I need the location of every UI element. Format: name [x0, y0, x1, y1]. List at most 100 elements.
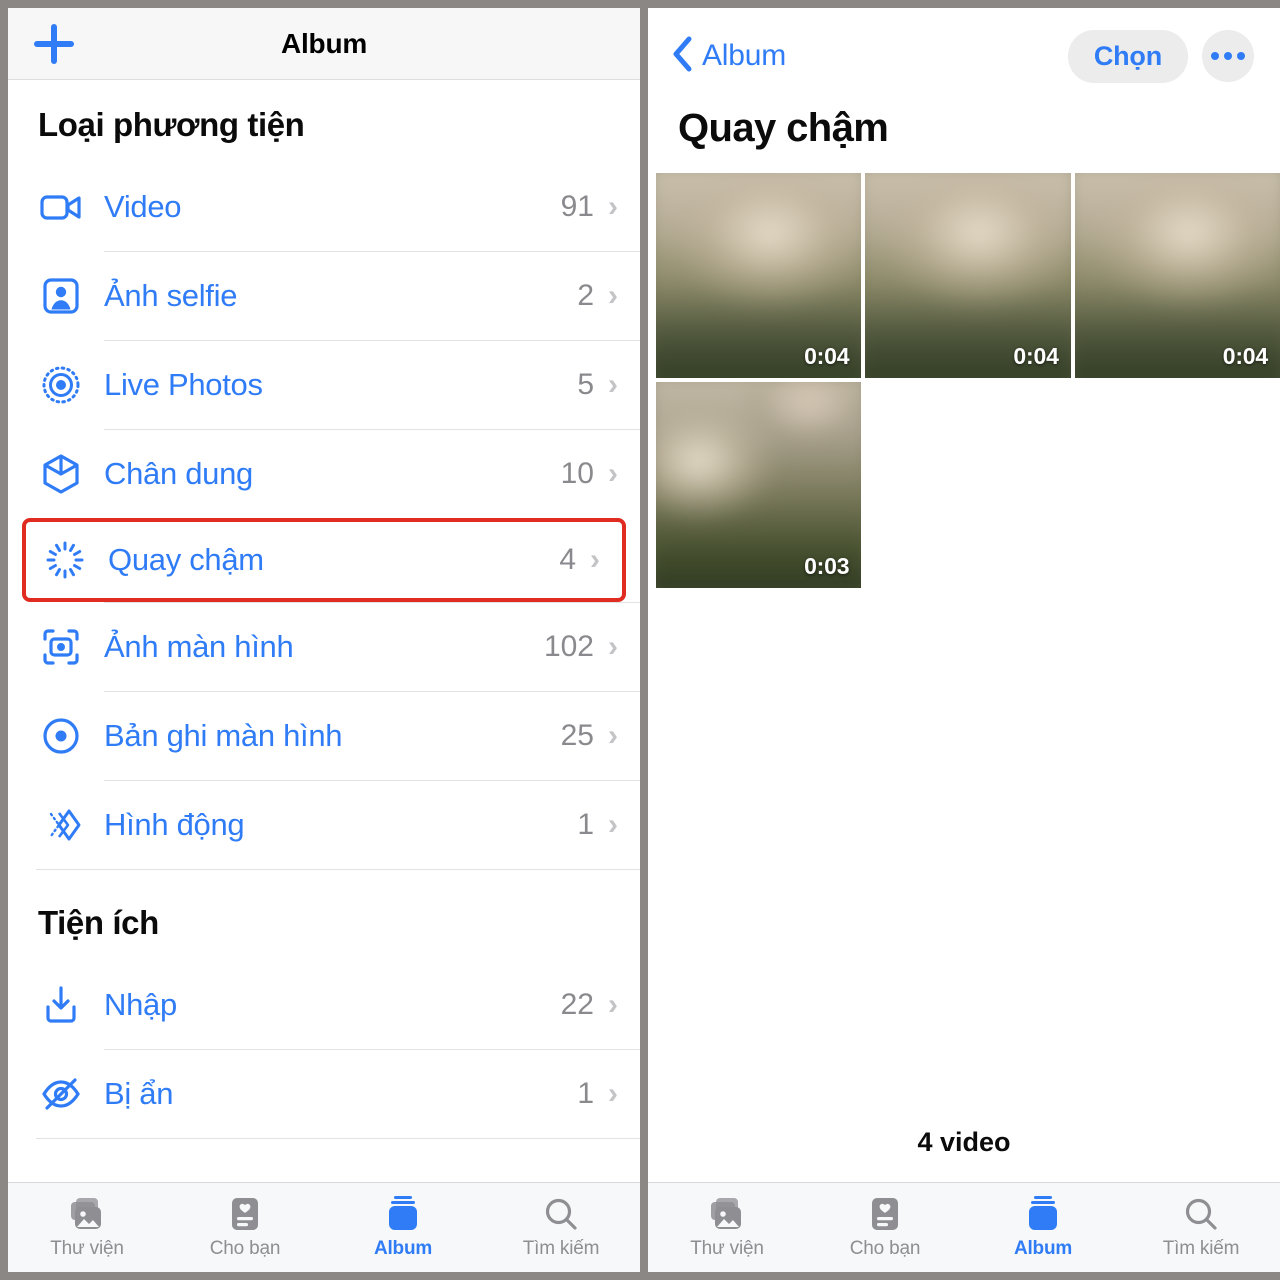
video-duration: 0:04	[1222, 343, 1268, 370]
tab-label: Thư viện	[50, 1238, 124, 1259]
album-title: Quay chậm	[678, 106, 889, 150]
list-item-label: Chân dung	[104, 455, 253, 491]
person-portrait-icon	[36, 271, 86, 321]
list-item-count: 5	[577, 367, 594, 401]
right-navigation-bar: Album Chọn	[648, 8, 1280, 104]
eye-slash-icon	[36, 1069, 86, 1119]
import-icon	[36, 980, 86, 1030]
list-item-screenshots[interactable]: Ảnh màn hình 102 ›	[8, 602, 640, 691]
section-header-media-types: Loại phương tiện	[38, 106, 305, 143]
list-item-imports[interactable]: Nhập 22 ›	[8, 960, 640, 1049]
animated-icon	[36, 800, 86, 850]
list-item-selfies[interactable]: Ảnh selfie 2 ›	[8, 251, 640, 340]
video-duration: 0:03	[804, 552, 850, 579]
list-item-label: Video	[104, 188, 182, 224]
video-thumbnail[interactable]: 0:03	[656, 382, 862, 588]
page-title: Album	[280, 27, 368, 59]
chevron-right-icon: ›	[608, 987, 618, 1021]
left-phone-screen: Album Loại phương tiện Video 91 › Ảnh se…	[8, 8, 640, 1272]
list-bottom-divider	[36, 1138, 640, 1139]
tab-for-you[interactable]: Cho bạn	[166, 1195, 324, 1260]
search-icon	[544, 1195, 578, 1233]
album-content: 0:04 0:04 0:04 0:03 4 video	[648, 173, 1280, 1182]
video-thumbnail[interactable]: 0:04	[656, 173, 862, 379]
list-item-count: 102	[543, 629, 594, 663]
photos-library-icon	[708, 1195, 746, 1233]
tab-label: Tìm kiếm	[1162, 1238, 1240, 1259]
list-item-count: 4	[559, 543, 576, 576]
search-icon	[1184, 1195, 1218, 1233]
list-item-count: 22	[560, 987, 594, 1021]
slow-motion-icon	[40, 535, 90, 585]
dot	[1211, 52, 1219, 60]
list-item-label: Quay chậm	[108, 542, 264, 577]
screen-record-icon	[36, 711, 86, 761]
list-item-count: 1	[577, 807, 594, 841]
album-list[interactable]: Loại phương tiện Video 91 › Ảnh selfie 2…	[8, 80, 640, 1182]
photos-library-icon	[68, 1195, 106, 1233]
chevron-right-icon: ›	[608, 807, 618, 841]
tab-library[interactable]: Thư viện	[648, 1195, 806, 1260]
chevron-right-icon: ›	[608, 1076, 618, 1110]
list-item-label: Bản ghi màn hình	[104, 717, 343, 753]
tab-albums[interactable]: Album	[964, 1195, 1122, 1260]
chevron-right-icon: ›	[608, 189, 618, 223]
tab-search[interactable]: Tìm kiếm	[482, 1195, 640, 1260]
item-count-caption: 4 video	[917, 1127, 1011, 1157]
left-navigation-bar: Album	[8, 8, 640, 80]
photo-grid[interactable]: 0:04 0:04 0:04 0:03	[648, 173, 1280, 588]
tab-label: Tìm kiếm	[522, 1238, 600, 1259]
video-duration: 0:04	[1013, 343, 1059, 370]
tab-label: Cho bạn	[849, 1238, 921, 1259]
video-thumbnail[interactable]: 0:04	[865, 173, 1071, 379]
list-item-label: Hình động	[104, 806, 245, 842]
chevron-right-icon: ›	[608, 278, 618, 312]
list-item-label: Live Photos	[104, 366, 263, 402]
tab-for-you[interactable]: Cho bạn	[806, 1195, 964, 1260]
right-phone-screen: Album Chọn Quay chậm 0:04 0:04 0:04 0:03…	[648, 8, 1280, 1272]
chevron-left-icon	[670, 34, 694, 79]
tab-search[interactable]: Tìm kiếm	[1122, 1195, 1280, 1260]
list-item-count: 1	[577, 1076, 594, 1110]
back-button[interactable]: Album	[670, 34, 786, 79]
tab-label: Album	[373, 1238, 433, 1259]
list-item-label: Ảnh màn hình	[104, 628, 294, 664]
chevron-right-icon: ›	[608, 718, 618, 752]
list-item-count: 10	[560, 456, 594, 490]
albums-icon	[386, 1195, 420, 1233]
plus-icon[interactable]	[34, 23, 74, 64]
back-label: Album	[702, 39, 787, 72]
list-item-video[interactable]: Video 91 ›	[8, 162, 640, 251]
live-photos-icon	[36, 360, 86, 410]
tab-albums[interactable]: Album	[324, 1195, 482, 1260]
right-tab-bar: Thư viện Cho bạn Album Tìm kiếm	[648, 1182, 1280, 1272]
list-item-hidden[interactable]: Bị ẩn 1 ›	[8, 1049, 640, 1138]
ellipsis-icon[interactable]	[1202, 30, 1254, 82]
list-item-screen-recordings[interactable]: Bản ghi màn hình 25 ›	[8, 691, 640, 780]
for-you-icon	[870, 1195, 900, 1233]
list-item-count: 91	[560, 189, 594, 223]
screenshot-root: Album Loại phương tiện Video 91 › Ảnh se…	[0, 0, 1280, 1280]
list-item-live-photos[interactable]: Live Photos 5 ›	[8, 340, 640, 429]
albums-icon	[1026, 1195, 1060, 1233]
chevron-right-icon: ›	[608, 367, 618, 401]
select-button[interactable]: Chọn	[1067, 29, 1188, 83]
chevron-right-icon: ›	[590, 543, 600, 576]
video-camera-icon	[36, 182, 86, 232]
video-thumbnail[interactable]: 0:04	[1074, 173, 1280, 379]
list-item-count: 2	[577, 278, 594, 312]
left-tab-bar: Thư viện Cho bạn Album Tìm kiếm	[8, 1182, 640, 1272]
list-item-label: Nhập	[104, 986, 177, 1022]
list-item-portrait[interactable]: Chân dung 10 ›	[8, 429, 640, 518]
tab-library[interactable]: Thư viện	[8, 1195, 166, 1260]
list-item-animated[interactable]: Hình động 1 ›	[8, 780, 640, 869]
cube-icon	[36, 449, 86, 499]
screenshot-icon	[36, 622, 86, 672]
video-duration: 0:04	[804, 343, 850, 370]
tab-label: Cho bạn	[209, 1238, 281, 1259]
dot	[1224, 52, 1232, 60]
dot	[1237, 52, 1245, 60]
tab-label: Album	[1013, 1238, 1073, 1259]
list-item-slow-motion[interactable]: Quay chậm 4 ›	[22, 518, 626, 602]
for-you-icon	[230, 1195, 260, 1233]
